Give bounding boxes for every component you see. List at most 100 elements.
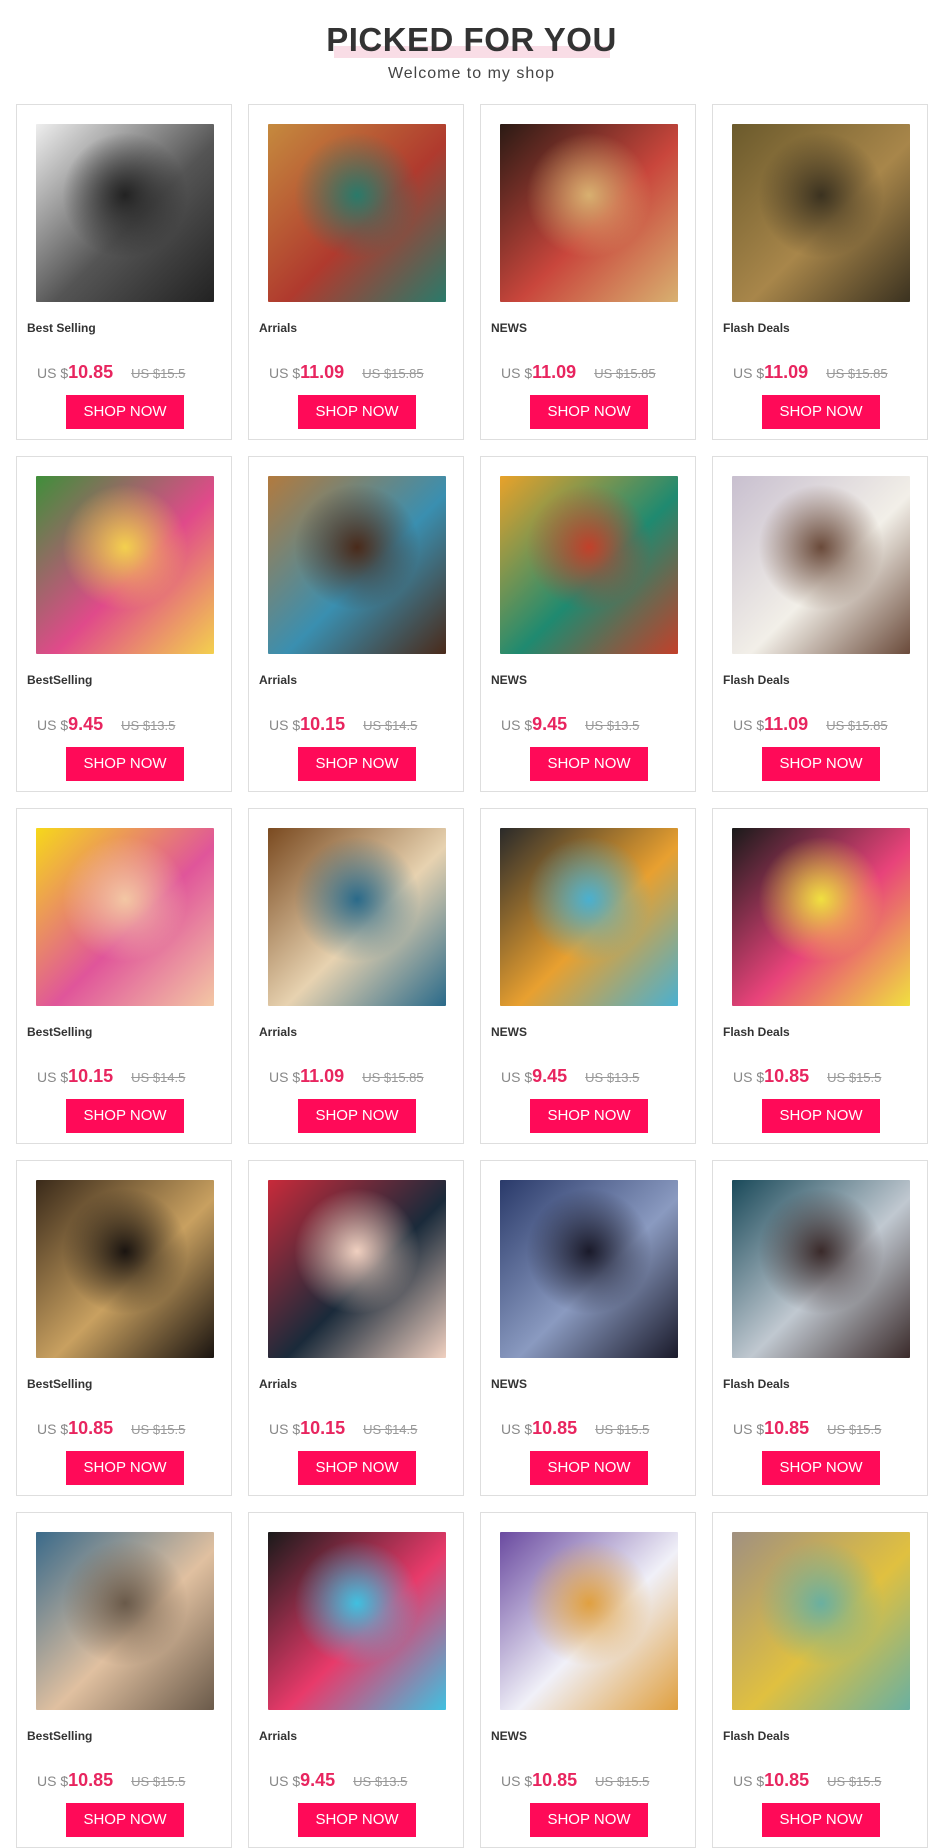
pop-art-woman-painting[interactable] xyxy=(36,828,214,1006)
currency-prefix: US $ xyxy=(501,717,533,733)
product-category[interactable]: Arrials xyxy=(259,673,297,687)
product-card[interactable]: NEWS US $9.45 US $13.5 SHOP NOW xyxy=(480,808,696,1144)
shop-now-button[interactable]: SHOP NOW xyxy=(762,395,880,429)
product-category[interactable]: Flash Deals xyxy=(723,673,790,687)
winged-woman-painting[interactable] xyxy=(36,124,214,302)
product-category[interactable]: Flash Deals xyxy=(723,1729,790,1743)
price-row: US $10.85 US $15.5 xyxy=(733,1418,923,1440)
product-card[interactable]: Arrials US $11.09 US $15.85 SHOP NOW xyxy=(248,104,464,440)
product-card[interactable]: Flash Deals US $11.09 US $15.85 SHOP NOW xyxy=(712,456,928,792)
shop-now-button[interactable]: SHOP NOW xyxy=(298,1099,416,1133)
shop-now-button[interactable]: SHOP NOW xyxy=(298,747,416,781)
product-category[interactable]: NEWS xyxy=(491,1377,527,1391)
product-card[interactable]: NEWS US $11.09 US $15.85 SHOP NOW xyxy=(480,104,696,440)
product-category[interactable]: Arrials xyxy=(259,1377,297,1391)
product-card[interactable]: Flash Deals US $11.09 US $15.85 SHOP NOW xyxy=(712,104,928,440)
current-price: 9.45 xyxy=(532,714,568,734)
product-category[interactable]: BestSelling xyxy=(27,1025,92,1039)
product-card[interactable]: BestSelling US $10.85 US $15.5 SHOP NOW xyxy=(16,1512,232,1848)
currency-prefix: US $ xyxy=(501,1069,533,1085)
current-price: 9.45 xyxy=(532,1066,568,1086)
currency-prefix: US $ xyxy=(37,1773,69,1789)
woman-with-wolves-painting[interactable] xyxy=(500,1180,678,1358)
product-card[interactable]: Arrials US $9.45 US $13.5 SHOP NOW xyxy=(248,1512,464,1848)
product-category[interactable]: NEWS xyxy=(491,1025,527,1039)
shop-now-button[interactable]: SHOP NOW xyxy=(298,1451,416,1485)
product-card[interactable]: BestSelling US $9.45 US $13.5 SHOP NOW xyxy=(16,456,232,792)
shop-now-button[interactable]: SHOP NOW xyxy=(530,747,648,781)
shop-now-button[interactable]: SHOP NOW xyxy=(762,1451,880,1485)
price-row: US $10.85 US $15.5 xyxy=(37,1418,227,1440)
product-card[interactable]: NEWS US $10.85 US $15.5 SHOP NOW xyxy=(480,1160,696,1496)
skull-queens-painting[interactable] xyxy=(36,1180,214,1358)
dream-afro-woman-painting[interactable] xyxy=(732,828,910,1006)
shop-now-button[interactable]: SHOP NOW xyxy=(762,747,880,781)
price-row: US $9.45 US $13.5 xyxy=(269,1770,459,1792)
product-category[interactable]: Arrials xyxy=(259,1025,297,1039)
product-card[interactable]: BestSelling US $10.85 US $15.5 SHOP NOW xyxy=(16,1160,232,1496)
product-category[interactable]: NEWS xyxy=(491,673,527,687)
woman-with-lions-painting[interactable] xyxy=(732,124,910,302)
shop-now-button[interactable]: SHOP NOW xyxy=(530,1451,648,1485)
sun-moon-painting[interactable] xyxy=(500,476,678,654)
woman-black-hat-painting[interactable] xyxy=(268,1180,446,1358)
product-card[interactable]: Flash Deals US $10.85 US $15.5 SHOP NOW xyxy=(712,1512,928,1848)
product-card[interactable]: Best Selling US $10.85 US $15.5 SHOP NOW xyxy=(16,104,232,440)
graffiti-afro-woman-painting[interactable] xyxy=(500,828,678,1006)
product-category[interactable]: NEWS xyxy=(491,1729,527,1743)
product-category[interactable]: Flash Deals xyxy=(723,1377,790,1391)
product-category[interactable]: Flash Deals xyxy=(723,1025,790,1039)
shop-now-button[interactable]: SHOP NOW xyxy=(66,1803,184,1837)
shop-now-button[interactable]: SHOP NOW xyxy=(298,1803,416,1837)
shop-now-button[interactable]: SHOP NOW xyxy=(530,1803,648,1837)
current-price: 11.09 xyxy=(532,362,577,382)
woman-wolf-moon-painting[interactable] xyxy=(36,1532,214,1710)
shop-now-button[interactable]: SHOP NOW xyxy=(66,395,184,429)
product-category[interactable]: Flash Deals xyxy=(723,321,790,335)
page-subtitle: Welcome to my shop xyxy=(387,65,556,82)
shop-now-button[interactable]: SHOP NOW xyxy=(66,1099,184,1133)
product-grid: Best Selling US $10.85 US $15.5 SHOP NOW … xyxy=(16,104,928,1848)
african-woman-headwrap-painting[interactable] xyxy=(268,476,446,654)
product-card[interactable]: Flash Deals US $10.85 US $15.5 SHOP NOW xyxy=(712,1160,928,1496)
current-price: 10.85 xyxy=(764,1418,810,1438)
original-price: US $13.5 xyxy=(585,1070,640,1085)
shop-now-button[interactable]: SHOP NOW xyxy=(762,1803,880,1837)
tribal-dancers-painting[interactable] xyxy=(500,124,678,302)
current-price: 11.09 xyxy=(764,714,809,734)
colorful-butterfly-eye-painting[interactable] xyxy=(268,1532,446,1710)
product-category[interactable]: BestSelling xyxy=(27,673,92,687)
product-card[interactable]: Arrials US $10.15 US $14.5 SHOP NOW xyxy=(248,1160,464,1496)
butterfly-eye-painting[interactable] xyxy=(36,476,214,654)
ballerina-painting[interactable] xyxy=(500,1532,678,1710)
product-card[interactable]: NEWS US $10.85 US $15.5 SHOP NOW xyxy=(480,1512,696,1848)
shop-now-button[interactable]: SHOP NOW xyxy=(66,1451,184,1485)
product-category[interactable]: Best Selling xyxy=(27,321,96,335)
original-price: US $13.5 xyxy=(353,1774,408,1789)
product-category[interactable]: BestSelling xyxy=(27,1377,92,1391)
current-price: 11.09 xyxy=(300,362,345,382)
product-category[interactable]: NEWS xyxy=(491,321,527,335)
product-card[interactable]: Flash Deals US $10.85 US $15.5 SHOP NOW xyxy=(712,808,928,1144)
woman-white-tiger-painting[interactable] xyxy=(732,476,910,654)
native-woman-wolf-painting[interactable] xyxy=(732,1180,910,1358)
product-card[interactable]: Arrials US $10.15 US $14.5 SHOP NOW xyxy=(248,456,464,792)
product-category[interactable]: BestSelling xyxy=(27,1729,92,1743)
ornate-costume-painting[interactable] xyxy=(268,124,446,302)
original-price: US $15.85 xyxy=(826,366,888,381)
shop-now-button[interactable]: SHOP NOW xyxy=(762,1099,880,1133)
madonna-praying-painting[interactable] xyxy=(268,828,446,1006)
shop-now-button[interactable]: SHOP NOW xyxy=(530,1099,648,1133)
product-category[interactable]: Arrials xyxy=(259,321,297,335)
shop-now-button[interactable]: SHOP NOW xyxy=(66,747,184,781)
product-card[interactable]: BestSelling US $10.15 US $14.5 SHOP NOW xyxy=(16,808,232,1144)
product-card[interactable]: NEWS US $9.45 US $13.5 SHOP NOW xyxy=(480,456,696,792)
shop-now-button[interactable]: SHOP NOW xyxy=(298,395,416,429)
product-card[interactable]: Arrials US $11.09 US $15.85 SHOP NOW xyxy=(248,808,464,1144)
original-price: US $15.85 xyxy=(362,1070,424,1085)
curly-hair-woman-painting[interactable] xyxy=(732,1532,910,1710)
original-price: US $14.5 xyxy=(363,1422,418,1437)
original-price: US $13.5 xyxy=(585,718,640,733)
shop-now-button[interactable]: SHOP NOW xyxy=(530,395,648,429)
product-category[interactable]: Arrials xyxy=(259,1729,297,1743)
